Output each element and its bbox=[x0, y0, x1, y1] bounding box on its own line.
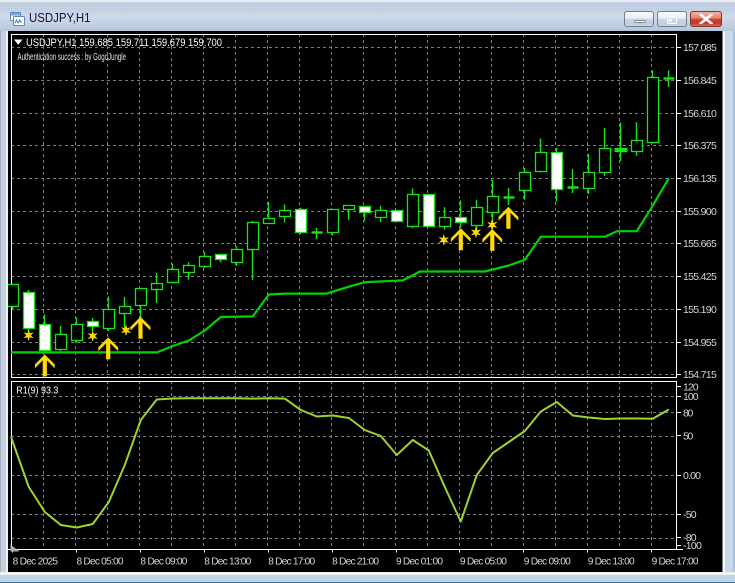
svg-text:Authentication success : by Go: Authentication success : by GogoJungle bbox=[18, 52, 127, 63]
svg-text:9 Dec 05:00: 9 Dec 05:00 bbox=[460, 557, 507, 568]
svg-text:154.955: 154.955 bbox=[683, 337, 717, 349]
svg-text:0.00: 0.00 bbox=[683, 470, 701, 482]
svg-text:156.375: 156.375 bbox=[683, 140, 717, 152]
svg-text:156.610: 156.610 bbox=[683, 108, 717, 120]
svg-text:80: 80 bbox=[683, 408, 694, 420]
svg-text:8 Dec 13:00: 8 Dec 13:00 bbox=[204, 557, 251, 568]
svg-text:8 Dec 21:00: 8 Dec 21:00 bbox=[332, 557, 379, 568]
svg-text:-100: -100 bbox=[683, 540, 702, 552]
svg-text:9 Dec 17:00: 9 Dec 17:00 bbox=[652, 557, 699, 568]
svg-text:9 Dec 01:00: 9 Dec 01:00 bbox=[396, 557, 443, 568]
svg-text:154.715: 154.715 bbox=[683, 369, 717, 381]
svg-text:8 Dec 09:00: 8 Dec 09:00 bbox=[140, 557, 187, 568]
svg-text:-50: -50 bbox=[683, 509, 697, 521]
svg-text:155.425: 155.425 bbox=[683, 271, 717, 283]
svg-text:157.085: 157.085 bbox=[683, 42, 717, 54]
svg-text:50: 50 bbox=[683, 431, 694, 443]
svg-text:155.900: 155.900 bbox=[683, 206, 717, 218]
svg-text:156.845: 156.845 bbox=[683, 75, 717, 87]
svg-text:USDJPY,H1 159.685 159.711 159.: USDJPY,H1 159.685 159.711 159.679 159.70… bbox=[26, 37, 222, 49]
svg-text:9 Dec 09:00: 9 Dec 09:00 bbox=[524, 557, 571, 568]
svg-text:8 Dec 17:00: 8 Dec 17:00 bbox=[268, 557, 315, 568]
svg-text:100: 100 bbox=[683, 391, 699, 403]
svg-text:8 Dec 2025: 8 Dec 2025 bbox=[13, 557, 59, 568]
svg-text:9 Dec 13:00: 9 Dec 13:00 bbox=[588, 557, 635, 568]
svg-text:155.190: 155.190 bbox=[683, 304, 717, 316]
svg-text:155.665: 155.665 bbox=[683, 238, 717, 250]
svg-text:R1(9) 93.3: R1(9) 93.3 bbox=[16, 384, 58, 396]
svg-text:8 Dec 05:00: 8 Dec 05:00 bbox=[77, 557, 124, 568]
svg-text:156.135: 156.135 bbox=[683, 173, 717, 185]
